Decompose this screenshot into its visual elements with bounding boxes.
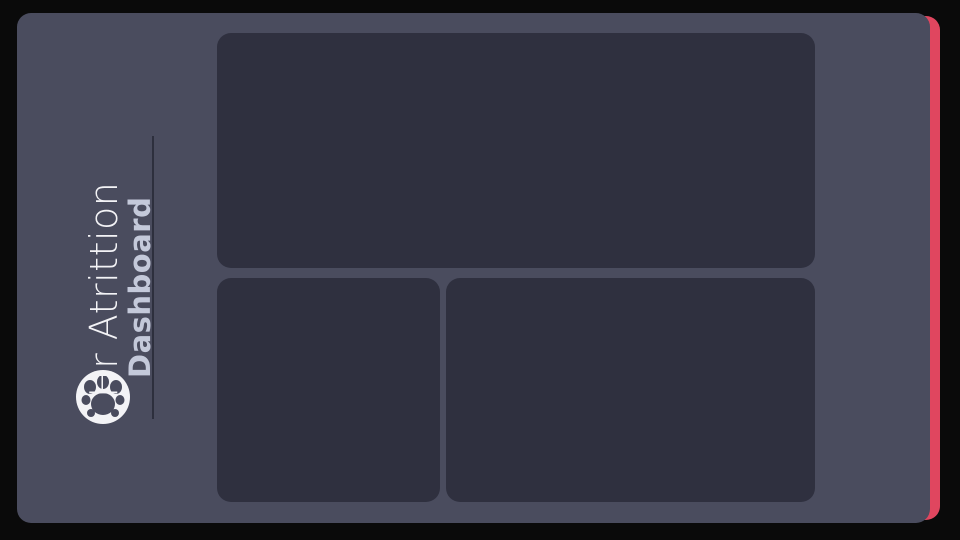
chart-card-bottom-left [217, 278, 440, 502]
dashboard-title: Hr Atrittion Dashboard [82, 168, 163, 398]
chart-card-bottom-right [446, 278, 815, 502]
dashboard-stage: Hr Atrittion Dashboard [0, 0, 960, 540]
main-panel: Hr Atrittion Dashboard [17, 13, 930, 523]
chart-card-top [217, 33, 815, 268]
brand-sidebar: Hr Atrittion Dashboard [57, 113, 197, 443]
title-primary: Hr Atrittion [82, 181, 126, 398]
title-secondary: Dashboard [123, 196, 157, 378]
title-divider [152, 136, 154, 419]
